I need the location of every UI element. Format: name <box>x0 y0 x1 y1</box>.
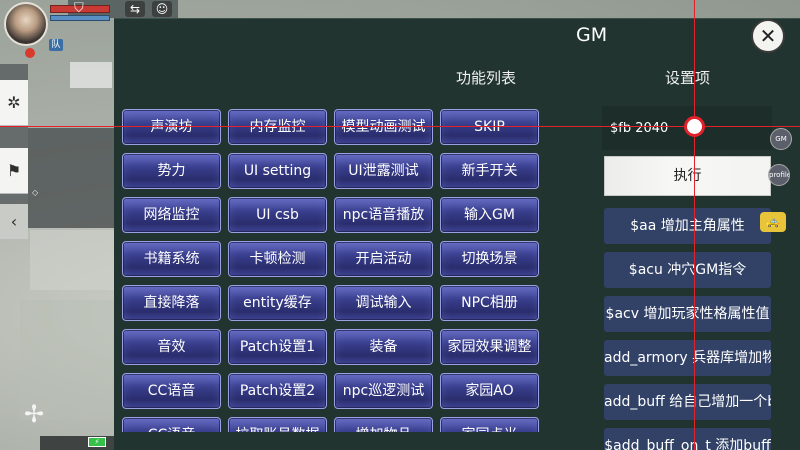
close-icon: ✕ <box>759 24 777 48</box>
function-button-grid: 声演坊 内存监控 模型动画测试 SKIP 势力 UI setting UI泄露测… <box>122 107 540 432</box>
crosshair-vertical-line <box>694 0 695 450</box>
map-toggle-icon[interactable]: ⇆ <box>125 1 145 17</box>
function-button[interactable]: 网络监控 <box>122 197 221 233</box>
function-button[interactable]: 声演坊 <box>122 109 221 145</box>
function-button[interactable]: 势力 <box>122 153 221 189</box>
gm-command-item[interactable]: $aa 增加主角属性 <box>604 208 771 244</box>
flag-icon[interactable]: ⚑ <box>0 148 28 194</box>
function-button[interactable]: CC语音 <box>122 373 221 409</box>
function-button[interactable]: 切换场景 <box>440 241 539 277</box>
profile-orb-button[interactable]: profile <box>768 164 790 186</box>
function-button[interactable]: UI泄露测试 <box>334 153 433 189</box>
function-button[interactable]: NPC相册 <box>440 285 539 321</box>
function-button[interactable]: 音效 <box>122 329 221 365</box>
function-button[interactable]: 调试输入 <box>334 285 433 321</box>
battery-icon: ⚡ <box>88 437 106 447</box>
settings-column: 执行 $aa 增加主角属性 $acu 冲穴GM指令 $acv 增加玩家性格属性值… <box>602 104 774 450</box>
team-badge[interactable]: 队 <box>49 39 63 51</box>
function-button[interactable]: 开启活动 <box>334 241 433 277</box>
function-button[interactable]: 内存监控 <box>228 109 327 145</box>
scene-decoration <box>70 62 112 88</box>
shield-icon[interactable]: ⛉ <box>74 1 84 17</box>
function-button[interactable]: 拉取账号数据 <box>228 417 327 432</box>
function-button[interactable]: 输入GM <box>440 197 539 233</box>
execute-button[interactable]: 执行 <box>604 156 771 196</box>
gm-command-item[interactable]: add_armory 兵器库增加物品 <box>604 340 771 376</box>
function-list-header: 功能列表 <box>456 69 517 87</box>
crosshair-center-marker <box>684 116 705 137</box>
function-button[interactable]: 家园AO <box>440 373 539 409</box>
function-button[interactable]: npc语音播放 <box>334 197 433 233</box>
function-button[interactable]: 卡顿检测 <box>228 241 327 277</box>
function-button[interactable]: 家园点光 <box>440 417 539 432</box>
gm-command-item[interactable]: $acv 增加玩家性格属性值 <box>604 296 771 332</box>
fan-icon[interactable]: ✲ <box>0 80 28 126</box>
pinwheel-icon[interactable]: ✢ <box>20 400 48 428</box>
side-info-panel <box>28 128 114 228</box>
function-button[interactable]: Patch设置1 <box>228 329 327 365</box>
gm-command-item[interactable]: $add_buff_on_t 添加buff <box>604 428 771 450</box>
function-button[interactable]: SKIP <box>440 109 539 145</box>
bottom-status-bar <box>40 436 120 450</box>
emote-icon[interactable]: ☺ <box>152 1 172 17</box>
notification-dot <box>25 48 35 58</box>
chevron-left-icon[interactable]: ‹ <box>0 204 28 240</box>
function-button[interactable]: 增加物品 <box>334 417 433 432</box>
function-button[interactable]: npc巡逻测试 <box>334 373 433 409</box>
function-button[interactable]: 书籍系统 <box>122 241 221 277</box>
scene-decoration <box>30 230 114 290</box>
function-button[interactable]: UI csb <box>228 197 327 233</box>
function-button[interactable]: 新手开关 <box>440 153 539 189</box>
gm-panel-title: GM <box>576 24 608 46</box>
function-button[interactable]: 模型动画测试 <box>334 109 433 145</box>
gm-command-item[interactable]: $acu 冲穴GM指令 <box>604 252 771 288</box>
function-button[interactable]: CC语音 <box>122 417 221 432</box>
player-avatar[interactable] <box>4 2 48 46</box>
function-button[interactable]: entity缓存 <box>228 285 327 321</box>
gm-orb-button[interactable]: GM <box>770 128 792 150</box>
small-marker-icon: ◇ <box>32 188 39 197</box>
function-button[interactable]: 家园效果调整 <box>440 329 539 365</box>
function-button[interactable]: UI setting <box>228 153 327 189</box>
vehicle-icon[interactable]: 🚕 <box>760 212 786 232</box>
function-button[interactable]: 装备 <box>334 329 433 365</box>
gm-command-item[interactable]: add_buff 给自己增加一个buff <box>604 384 771 420</box>
function-button[interactable]: 直接降落 <box>122 285 221 321</box>
close-button[interactable]: ✕ <box>751 19 785 53</box>
settings-header: 设置项 <box>665 69 711 87</box>
crosshair-horizontal-line <box>0 126 800 127</box>
function-button[interactable]: Patch设置2 <box>228 373 327 409</box>
